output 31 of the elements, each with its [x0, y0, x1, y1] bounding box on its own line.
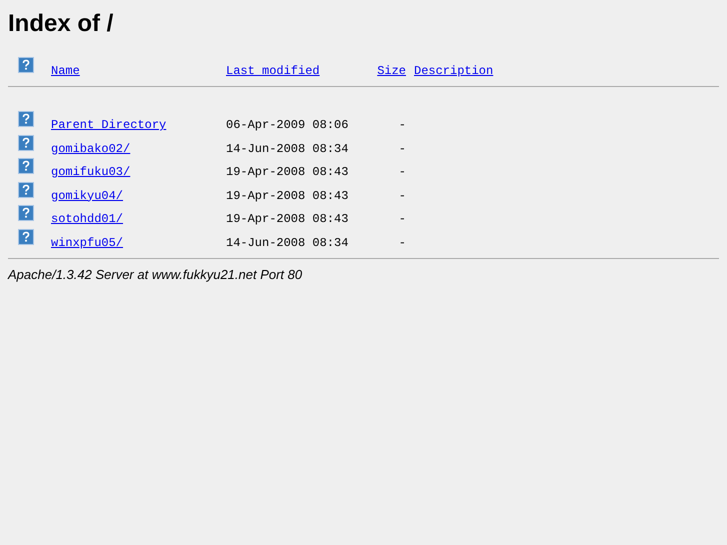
directory-link[interactable]: sotohdd01/: [51, 212, 124, 226]
column-sort-link[interactable]: Size: [377, 64, 406, 78]
column-sort-link[interactable]: Last modified: [226, 64, 320, 78]
directory-link[interactable]: gomifuku03/: [51, 165, 130, 179]
unknown-file-icon: [18, 111, 34, 127]
file-size: -: [398, 236, 406, 250]
unknown-file-icon: [18, 158, 34, 174]
directory-link[interactable]: gomikyu04/: [51, 188, 124, 202]
server-signature: Apache/1.3.42 Server at www.fukkyu21.net Port 80: [8, 267, 304, 283]
directory-link[interactable]: gomibako02/: [51, 142, 130, 156]
column-sort-link[interactable]: Description: [414, 64, 494, 78]
modified-date: 06-Apr-2009 08:06: [226, 118, 348, 132]
modified-date: 19-Apr-2008 08:43: [226, 188, 348, 202]
modified-date: 19-Apr-2008 08:43: [226, 165, 348, 179]
modified-date: 19-Apr-2008 08:43: [226, 212, 348, 226]
unknown-file-icon: [18, 57, 34, 73]
file-size: -: [398, 142, 406, 156]
unknown-file-icon: [18, 228, 34, 244]
unknown-file-icon: [18, 182, 34, 198]
column-sort-link[interactable]: Name: [51, 64, 80, 78]
page-title: Index of /: [8, 10, 114, 38]
file-size: -: [398, 188, 406, 202]
modified-date: 14-Jun-2008 08:34: [226, 236, 348, 250]
file-size: -: [398, 212, 406, 226]
unknown-file-icon: [18, 205, 34, 221]
unknown-file-icon: [18, 134, 34, 150]
directory-link[interactable]: winxpfu05/: [51, 236, 124, 250]
file-size: -: [398, 118, 406, 132]
directory-link[interactable]: Parent Directory: [51, 118, 166, 132]
modified-date: 14-Jun-2008 08:34: [226, 142, 348, 156]
file-size: -: [398, 165, 406, 179]
